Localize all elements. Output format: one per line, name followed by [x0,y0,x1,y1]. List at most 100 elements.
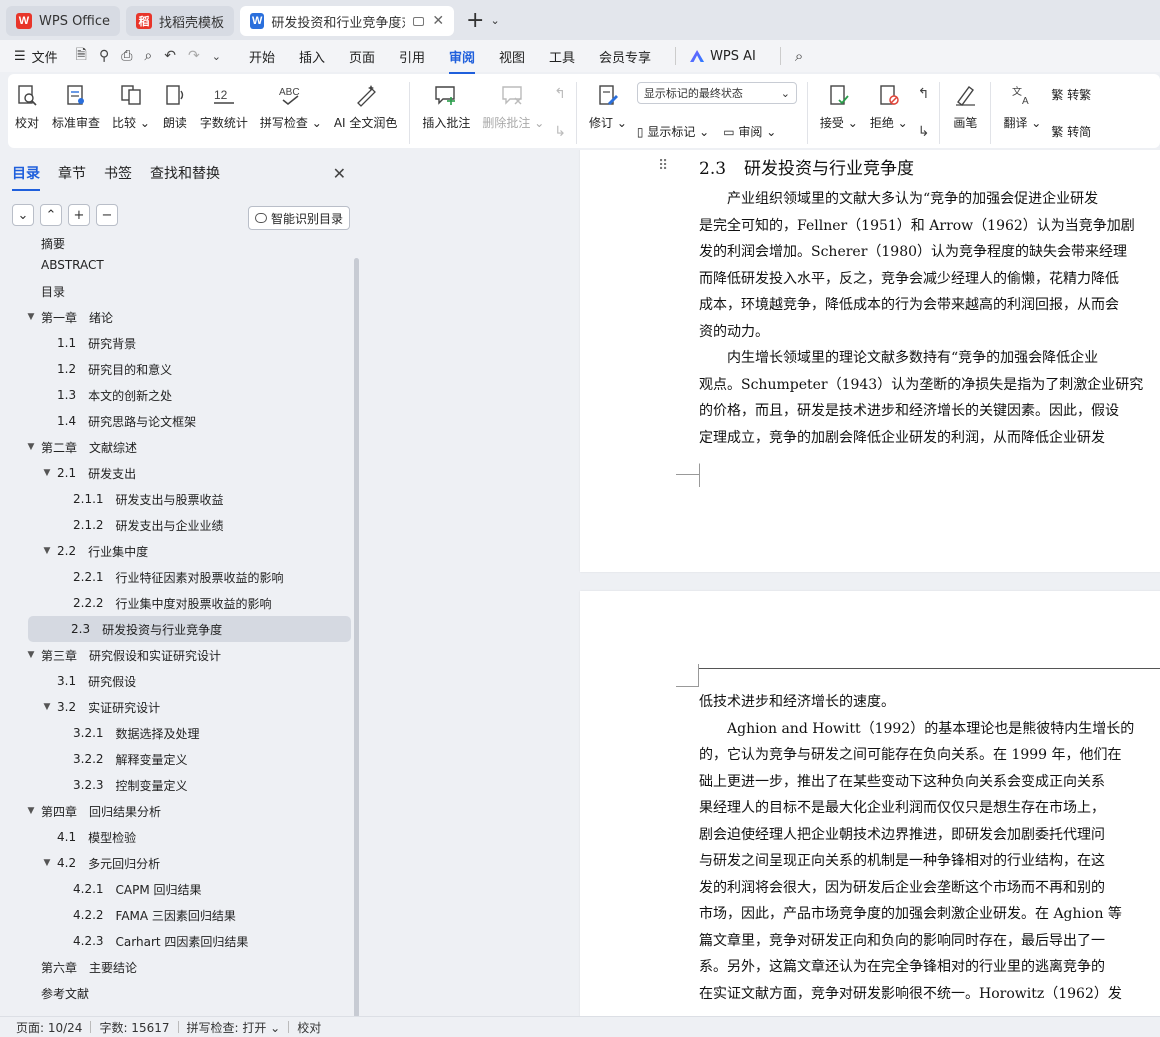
chevron-down-icon[interactable]: ⌄ [12,204,34,226]
print-preview-icon[interactable]: ⌕ [144,48,152,64]
compare-button[interactable]: 比较 ⌄ [106,82,156,131]
close-icon[interactable]: ✕ [333,164,346,183]
toc-item[interactable]: 2.2.2 行业集中度对股票收益的影响 [0,590,352,616]
menu-wps-ai[interactable]: WPS AI [690,49,756,64]
tab-document[interactable]: W 研发投资和行业竞争度对股票 ✕ [240,6,455,36]
redo-icon[interactable]: ↷ [188,48,200,64]
close-tab-icon[interactable]: ✕ [432,13,444,29]
caret-down-icon[interactable]: ▼ [40,468,54,478]
proof-status[interactable]: 校对 [297,1019,321,1036]
menu-review[interactable]: 审阅 [449,47,476,74]
reject-button[interactable]: 拒绝 ⌄ [864,82,914,131]
toc-item[interactable]: 2.2.1 行业特征因素对股票收益的影响 [0,564,352,590]
insert-comment-button[interactable]: 插入批注 [416,82,476,131]
menu-view[interactable]: 视图 [499,47,525,66]
toc-item[interactable]: 4.2.3 Carhart 四因素回归结果 [0,928,352,954]
caret-down-icon[interactable]: ▼ [24,312,38,322]
toc-item[interactable]: 摘要 [0,238,352,252]
toc-item[interactable]: 目录 [0,278,352,304]
pen-button[interactable]: 画笔 [946,82,984,131]
toc-item[interactable]: ▼ 第三章 研究假设和实证研究设计 [0,642,352,668]
menu-insert[interactable]: 插入 [299,47,325,66]
tab-wps-office[interactable]: W WPS Office [6,6,121,36]
toc-item[interactable]: ▼ 2.1 研发支出 [0,460,352,486]
caret-down-icon[interactable]: ▼ [40,546,54,556]
menu-member[interactable]: 会员专享 [599,47,651,66]
toc-item[interactable]: 4.1 模型检验 [0,824,352,850]
page-indicator[interactable]: 页面: 10/24 [16,1019,82,1036]
to-simplified-button[interactable]: 繁 转简 [1051,123,1091,140]
toc-item[interactable]: 1.1 研究背景 [0,330,352,356]
toc-item[interactable]: ▼ 3.2 实证研究设计 [0,694,352,720]
chevron-down-icon[interactable]: ⌄ [490,14,499,27]
new-tab-icon[interactable]: + [466,8,484,33]
review-pane-button[interactable]: ▭ 审阅 ⌄ [723,123,776,140]
toc-item[interactable]: ▼ 2.2 行业集中度 [0,538,352,564]
tab-find-replace[interactable]: 查找和替换 [150,163,220,183]
next-change-icon[interactable]: ↳ [918,124,930,140]
toc-item[interactable]: 3.1 研究假设 [0,668,352,694]
toc-item[interactable]: 2.1.1 研发支出与股票收益 [0,486,352,512]
toc-scrollbar[interactable] [354,258,359,1018]
toc-item[interactable]: ▼ 4.2 多元回归分析 [0,850,352,876]
menu-tools[interactable]: 工具 [549,47,575,66]
toc-item[interactable]: 第六章 主要结论 [0,954,352,980]
search-icon[interactable]: ⌕ [795,47,803,65]
tab-docer-templates[interactable]: 稻 找稻壳模板 [126,6,235,36]
tab-toc[interactable]: 目录 [12,163,40,191]
spell-check-button[interactable]: ABC 拼写检查 ⌄ [254,82,328,131]
save-icon[interactable]: 🗎 [76,44,87,68]
ai-polish-button[interactable]: AI 全文润色 [328,82,404,131]
file-menu[interactable]: ☰ 文件 [14,47,58,66]
toc-item[interactable]: 4.2.2 FAMA 三因素回归结果 [0,902,352,928]
to-traditional-button[interactable]: 繁 转繁 [1051,86,1091,103]
print-icon[interactable]: ⎙ [121,48,132,64]
monitor-icon[interactable] [413,16,425,26]
link-icon[interactable]: ⚲ [99,48,109,64]
toc-item[interactable]: ABSTRACT [0,252,352,278]
tab-sections[interactable]: 章节 [58,163,86,183]
track-changes-button[interactable]: 修订 ⌄ [583,82,633,131]
chevron-up-icon[interactable]: ⌃ [40,204,62,226]
undo-icon[interactable]: ↶ [164,48,176,64]
toc-item[interactable]: ▼ 第四章 回归结果分析 [0,798,352,824]
spell-check-status[interactable]: 拼写检查: 打开 ⌄ [187,1019,281,1036]
toc-item[interactable]: 2.1.2 研发支出与企业业绩 [0,512,352,538]
chevron-down-icon[interactable]: ⌄ [212,50,221,63]
caret-down-icon[interactable]: ▼ [24,650,38,660]
menu-references[interactable]: 引用 [399,47,425,66]
toc-item[interactable]: 1.3 本文的创新之处 [0,382,352,408]
next-comment-icon[interactable]: ↳ [554,124,566,140]
toc-item[interactable]: ▼ 第二章 文献综述 [0,434,352,460]
std-review-button[interactable]: 标准审查 [46,82,106,131]
word-count-button[interactable]: 12 字数统计 [194,82,254,131]
caret-down-icon[interactable]: ▼ [40,702,54,712]
toc-item[interactable]: 3.2.2 解释变量定义 [0,746,352,772]
toc-item[interactable]: 1.2 研究目的和意义 [0,356,352,382]
previous-change-icon[interactable]: ↰ [918,86,930,102]
caret-down-icon[interactable]: ▼ [40,858,54,868]
menu-page[interactable]: 页面 [349,47,375,66]
add-icon[interactable]: + [68,204,90,226]
toc-item[interactable]: 参考文献 [0,980,352,1006]
markup-state-select[interactable]: 显示标记的最终状态 ⌄ [636,82,797,104]
menu-start[interactable]: 开始 [249,47,275,66]
proofread-button[interactable]: 校对 [8,82,46,131]
caret-down-icon[interactable]: ▼ [24,806,38,816]
minus-icon[interactable]: − [96,204,118,226]
tab-bookmarks[interactable]: 书签 [104,163,132,183]
read-aloud-button[interactable]: 朗读 [156,82,194,131]
toc-item[interactable]: ▼ 第一章 绪论 [0,304,352,330]
page1-body[interactable]: 产业组织领域里的文献大多认为“竞争的加强会促进企业研发 是完全可知的，Fellne… [699,186,1143,451]
delete-comment-button[interactable]: 删除批注 ⌄ [476,82,550,131]
toc-item[interactable]: 2.3 研发投资与行业竞争度 [28,616,351,642]
drag-handle-icon[interactable]: ⠿ [658,158,668,174]
show-markup-button[interactable]: ▯ 显示标记 ⌄ [637,123,709,140]
toc-item[interactable]: 1.4 研究思路与论文框架 [0,408,352,434]
accept-button[interactable]: 接受 ⌄ [814,82,864,131]
translate-button[interactable]: 文A 翻译 ⌄ [997,82,1047,131]
toc-item[interactable]: 3.2.1 数据选择及处理 [0,720,352,746]
page2-body[interactable]: 低技术进步和经济增长的速度。 Aghion and Howitt（1992）的基… [699,689,1134,1007]
toc-item[interactable]: 4.2.1 CAPM 回归结果 [0,876,352,902]
word-count-status[interactable]: 字数: 15617 [99,1019,169,1036]
